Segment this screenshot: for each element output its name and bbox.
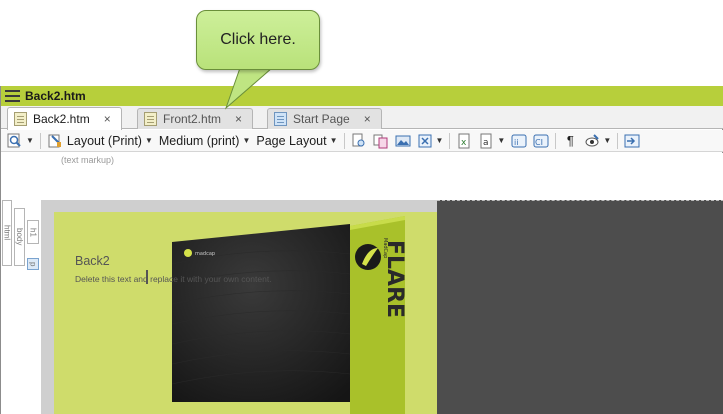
callout-tail [224, 67, 274, 110]
callout: Click here. [196, 10, 320, 70]
callout-text: Click here. [220, 31, 296, 48]
